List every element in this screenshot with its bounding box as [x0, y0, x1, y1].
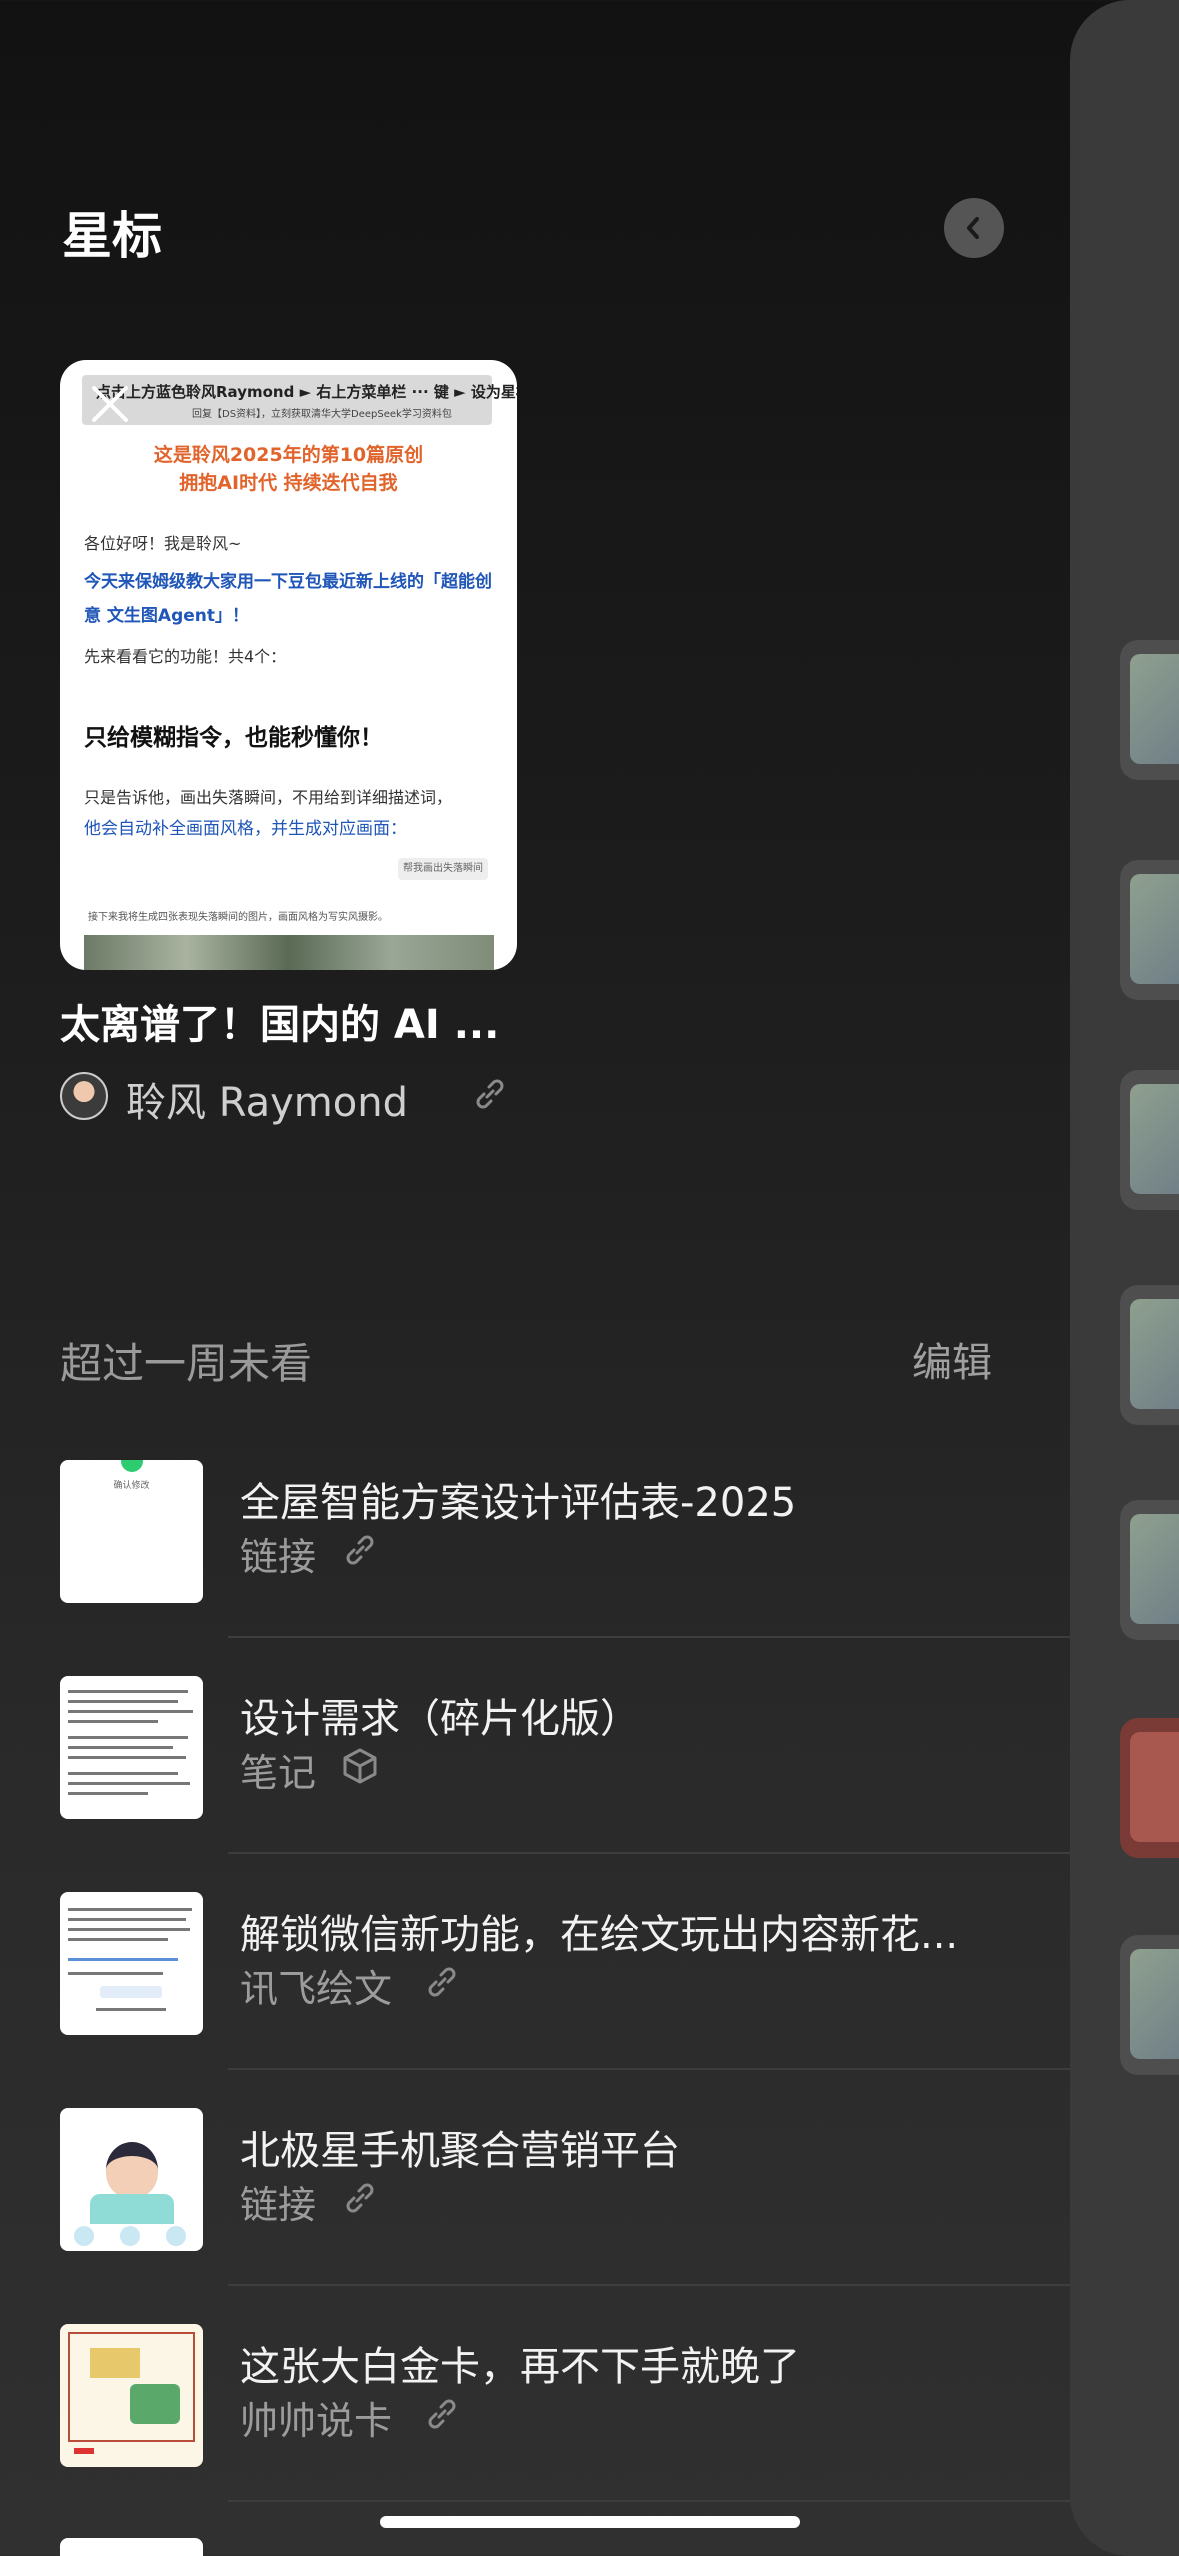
article-banner: 点击上方蓝色聆风Raymond ► 右上方菜单栏 ··· 键 ► 设为星标 ★ …	[82, 375, 517, 425]
side-panel-peek[interactable]	[1070, 0, 1179, 2556]
home-indicator[interactable]	[380, 2516, 800, 2528]
item-subtitle: 笔记	[240, 1751, 317, 1795]
peek-card	[1120, 1718, 1179, 1858]
preview-text: 各位好呀！我是聆风~	[84, 534, 242, 553]
item-title: 这张大白金卡，再不下手就晚了	[240, 2344, 800, 2390]
preview-text: 只是告诉他，画出失落瞬间，不用给到详细描述词，	[84, 788, 453, 807]
item-thumbnail	[60, 2324, 203, 2467]
peek-card	[1120, 1935, 1179, 2075]
item-thumbnail	[60, 2538, 203, 2556]
divider	[228, 2500, 1070, 2502]
preview-heading: 只给模糊指令，也能秒懂你！	[84, 725, 383, 751]
peek-card	[1120, 1070, 1179, 1210]
divider	[228, 1636, 1070, 1638]
preview-tag: 帮我画出失落瞬间	[398, 858, 488, 880]
preview-note: 接下来我将生成四张表现失落瞬间的图片，画面风格为写实风摄影。	[88, 912, 388, 923]
divider	[228, 2284, 1070, 2286]
item-subtitle: 帅帅说卡	[240, 2399, 393, 2443]
item-subtitle: 链接	[240, 2183, 317, 2227]
list-item[interactable]: 设计需求（碎片化版） 笔记	[0, 1646, 1070, 1862]
list-item[interactable]: 解锁微信新功能，在绘文玩出内容新花... 讯飞绘文	[0, 1862, 1070, 2078]
preview-text: 先来看看它的功能！共4个：	[84, 647, 287, 666]
item-thumbnail	[60, 1892, 203, 2035]
preview-blue-text: 他会自动补全画面风格，并生成对应画面：	[84, 819, 407, 839]
link-icon	[346, 2183, 374, 2213]
link-icon	[428, 1967, 456, 1997]
item-thumbnail	[60, 2108, 203, 2251]
featured-article-card[interactable]: 点击上方蓝色聆风Raymond ► 右上方菜单栏 ··· 键 ► 设为星标 ★ …	[60, 360, 517, 970]
chevron-left-icon	[967, 217, 979, 239]
preview-blue-text: 今天来保姆级教大家用一下豆包最近新上线的「超能创意 文生图Agent」！	[84, 572, 492, 626]
preview-photo	[84, 935, 494, 970]
section-title: 超过一周未看	[60, 1339, 313, 1388]
list-item[interactable]: 这张大白金卡，再不下手就晚了 帅帅说卡	[0, 2294, 1070, 2510]
item-title: 北极星手机聚合营销平台	[240, 2128, 680, 2174]
divider	[228, 2068, 1070, 2070]
preview-headline: 拥抱AI时代 持续迭代自我	[179, 472, 398, 494]
link-icon	[476, 1079, 504, 1109]
close-icon[interactable]	[88, 382, 132, 426]
preview-headline: 这是聆风2025年的第10篇原创	[153, 444, 424, 466]
list-item[interactable]: 确认修改 全屋智能方案设计评估表-2025 链接	[0, 1430, 1070, 1646]
peek-card	[1120, 1500, 1179, 1640]
peek-card	[1120, 1285, 1179, 1425]
featured-title[interactable]: 太离谱了！国内的 AI ...	[60, 992, 499, 1050]
link-icon	[428, 2399, 456, 2429]
banner-subtext: 回复【DS资料】，立刻获取清华大学DeepSeek学习资料包	[192, 409, 452, 420]
peek-card	[1120, 640, 1179, 780]
item-title: 设计需求（碎片化版）	[240, 1696, 640, 1742]
item-subtitle: 链接	[240, 1535, 317, 1579]
item-subtitle: 讯飞绘文	[240, 1967, 393, 2011]
avatar	[60, 1072, 108, 1120]
divider	[228, 1852, 1070, 1854]
collapse-button[interactable]	[944, 198, 1004, 258]
item-title: 全屋智能方案设计评估表-2025	[240, 1480, 797, 1526]
item-title: 解锁微信新功能，在绘文玩出内容新花...	[240, 1912, 959, 1958]
author-name: 聆风 Raymond	[126, 1080, 408, 1126]
link-icon	[346, 1535, 374, 1565]
peek-card	[1120, 860, 1179, 1000]
item-thumbnail	[60, 1676, 203, 1819]
item-thumbnail: 确认修改	[60, 1460, 203, 1603]
edit-button[interactable]: 编辑	[912, 1330, 992, 1388]
page-title: 星标	[62, 207, 162, 265]
list-item[interactable]: 北极星手机聚合营销平台 链接	[0, 2078, 1070, 2294]
banner-text: 点击上方蓝色聆风Raymond ► 右上方菜单栏 ··· 键 ► 设为星标 ★	[96, 383, 517, 401]
thumb-label: 确认修改	[113, 1481, 150, 1491]
cube-icon	[343, 1748, 377, 1784]
